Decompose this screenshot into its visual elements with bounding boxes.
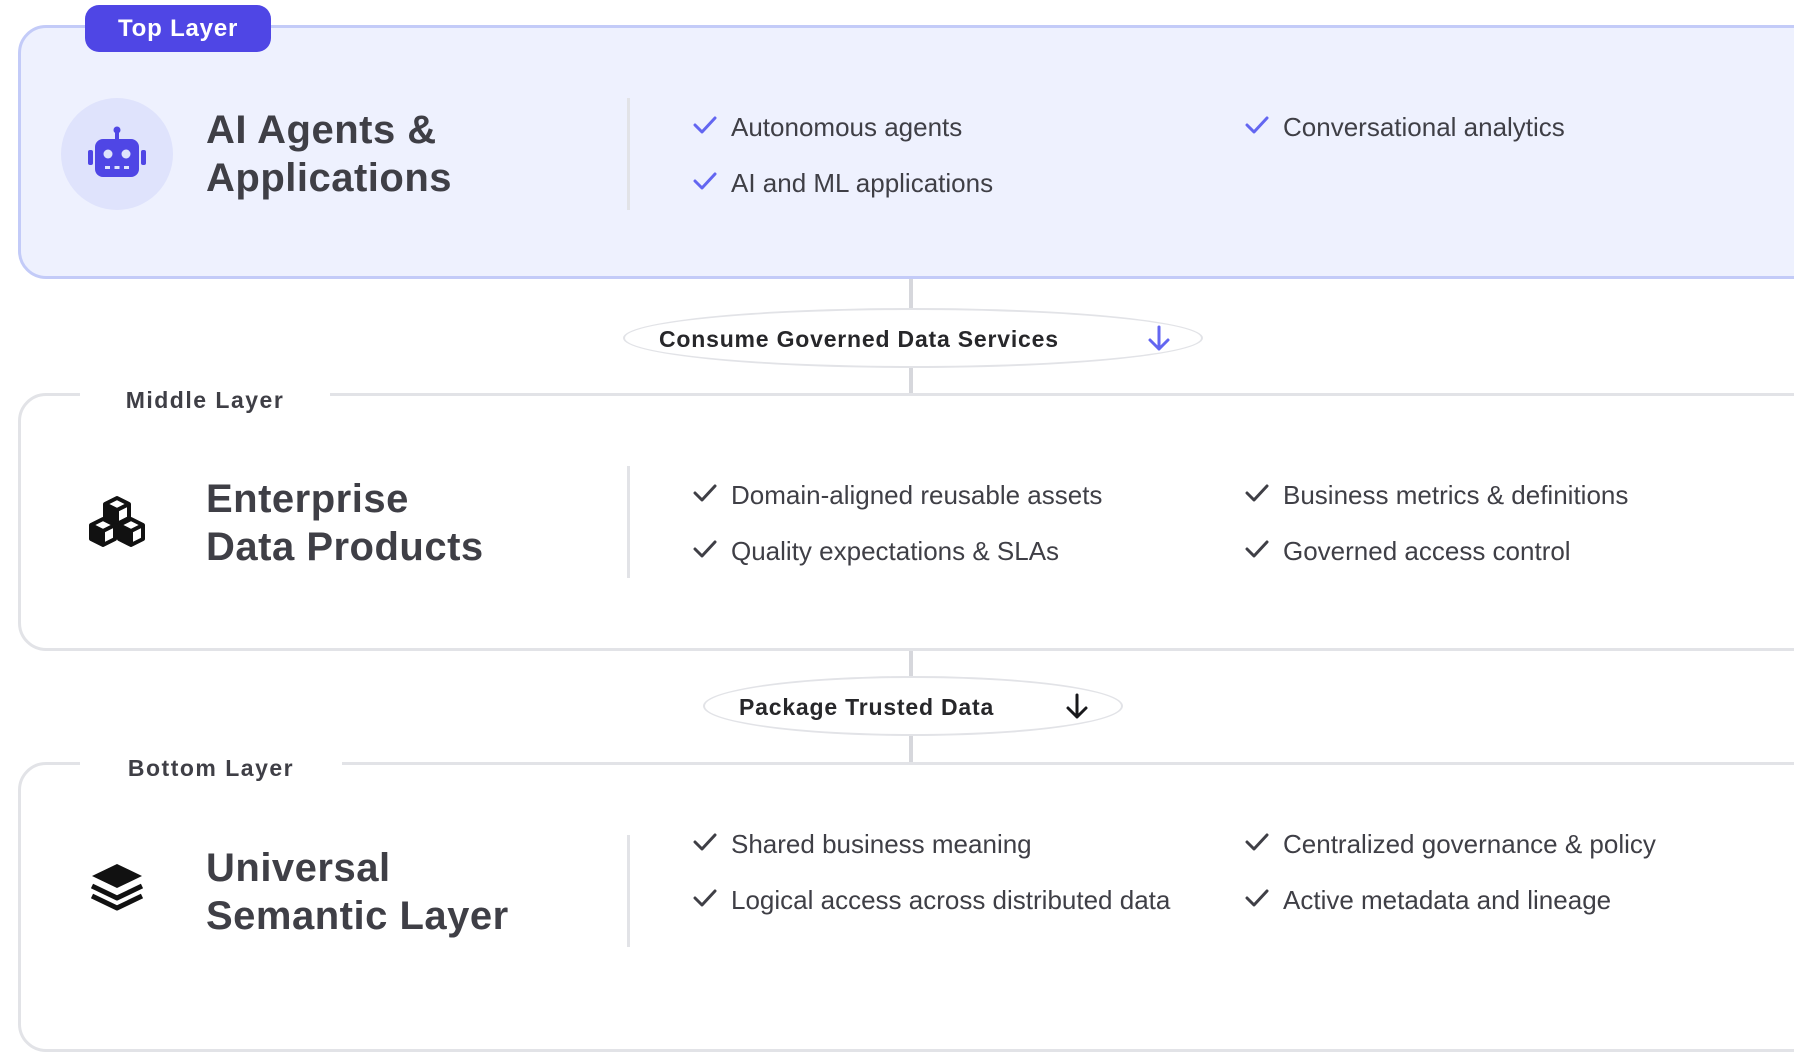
feature-label: Conversational analytics <box>1283 112 1565 142</box>
feature-item: Quality expectations & SLAs <box>693 534 1060 568</box>
feature-label: Logical access across distributed data <box>731 885 1171 915</box>
feature-label: AI and ML applications <box>731 168 994 198</box>
middle-layer-title: Enterprise Data Products <box>206 475 484 571</box>
check-icon <box>1245 116 1269 134</box>
bottom-layer-tag: Bottom Layer <box>80 752 342 784</box>
feature-label: Shared business meaning <box>731 829 1032 859</box>
connector-line-top <box>909 279 913 308</box>
top-layer-title: AI Agents & Applications <box>206 106 452 202</box>
check-icon <box>693 889 717 907</box>
check-icon <box>1245 540 1269 558</box>
feature-label: Active metadata and lineage <box>1283 885 1612 915</box>
feature-item: AI and ML applications <box>693 166 994 200</box>
check-icon <box>693 172 717 190</box>
cubes-icon <box>89 496 145 547</box>
top-layer-tag: Top Layer <box>85 5 272 52</box>
top-layer-title-line-1: AI Agents & <box>206 108 437 152</box>
check-icon <box>693 833 717 851</box>
layers-icon <box>90 864 144 911</box>
connector-line-bottom-lower <box>909 736 913 762</box>
check-icon <box>693 116 717 134</box>
arrow-down-icon <box>1148 325 1170 351</box>
connector-label: Package Trusted Data <box>739 694 995 720</box>
middle-layer-tag: Middle Layer <box>80 384 330 416</box>
middle-layer-divider <box>627 466 630 578</box>
arrow-down-icon <box>1066 693 1088 719</box>
connector-pill-consume: Consume Governed Data Services <box>623 308 1203 368</box>
feature-label: Autonomous agents <box>731 112 963 142</box>
robot-icon-bubble <box>61 98 173 210</box>
check-icon <box>693 540 717 558</box>
check-icon <box>693 484 717 502</box>
connector-pill-package: Package Trusted Data <box>703 676 1123 736</box>
feature-label: Domain-aligned reusable assets <box>731 480 1103 510</box>
feature-label: Business metrics & definitions <box>1283 480 1629 510</box>
feature-item: Governed access control <box>1245 534 1571 568</box>
robot-icon <box>88 126 146 177</box>
feature-label: Quality expectations & SLAs <box>731 536 1060 566</box>
bottom-layer-divider <box>627 835 630 947</box>
connector-line-top-lower <box>909 368 913 393</box>
middle-layer-title-line-2: Data Products <box>206 525 484 569</box>
feature-item: Shared business meaning <box>693 827 1032 861</box>
connector-label: Consume Governed Data Services <box>659 326 1059 352</box>
feature-item: Active metadata and lineage <box>1245 883 1612 917</box>
bottom-layer-title-line-1: Universal <box>206 846 391 890</box>
top-layer-title-line-2: Applications <box>206 156 453 200</box>
feature-item: Domain-aligned reusable assets <box>693 478 1103 512</box>
bottom-layer-title: Universal Semantic Layer <box>206 844 509 940</box>
check-icon <box>1245 484 1269 502</box>
feature-item: Autonomous agents <box>693 110 963 144</box>
top-layer-divider <box>627 98 630 210</box>
feature-item: Conversational analytics <box>1245 110 1565 144</box>
feature-label: Centralized governance & policy <box>1283 829 1656 859</box>
feature-item: Centralized governance & policy <box>1245 827 1656 861</box>
feature-label: Governed access control <box>1283 536 1571 566</box>
check-icon <box>1245 833 1269 851</box>
connector-line-bottom <box>909 651 913 676</box>
feature-item: Logical access across distributed data <box>693 883 1171 917</box>
check-icon <box>1245 889 1269 907</box>
feature-item: Business metrics & definitions <box>1245 478 1629 512</box>
bottom-layer-title-line-2: Semantic Layer <box>206 894 509 938</box>
middle-layer-title-line-1: Enterprise <box>206 477 409 521</box>
